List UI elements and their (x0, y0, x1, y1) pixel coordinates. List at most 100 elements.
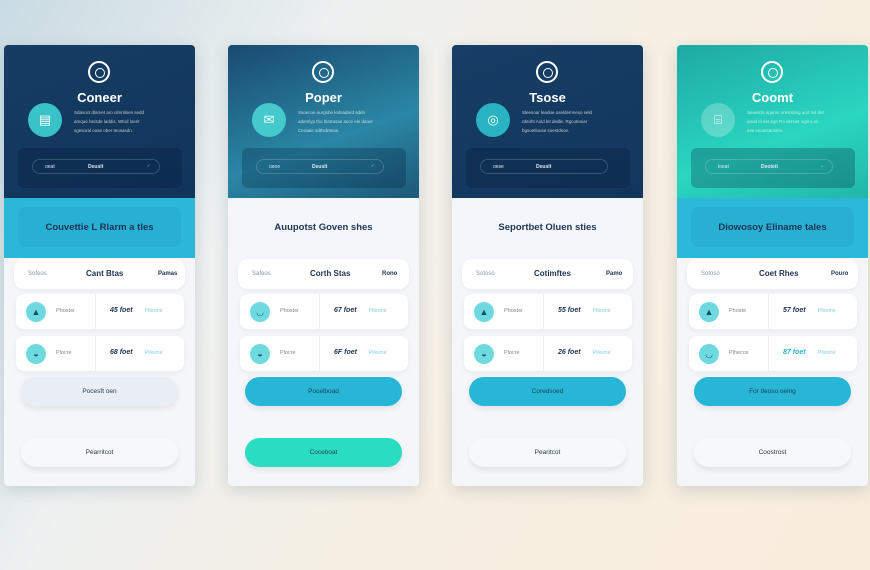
column-header[interactable]: Sotoso (476, 271, 495, 277)
secondary-button[interactable]: Coostrost (694, 438, 851, 467)
menu-panel: loeat Deoteit ⌄ (691, 148, 855, 188)
menu-select[interactable]: loeat Deoteit ⌄ (705, 159, 833, 174)
card-title: Tsose (529, 90, 566, 105)
card-description: Ssoecoe aurgsbe ledsadard sdeb ademlyp t… (298, 110, 374, 133)
column-header[interactable]: Safeos (252, 271, 271, 277)
secondary-button[interactable]: Pearritcot (21, 438, 178, 467)
battery-icon: ⌸ (701, 103, 735, 137)
menu-left-label: loeat (718, 164, 729, 170)
row-label: Phoster (280, 308, 299, 314)
row-label: Plocre (504, 350, 520, 356)
sailboat-icon: ▲ (474, 302, 494, 322)
check-icon: ✓ (370, 163, 375, 169)
column-header[interactable]: Cant Btas (86, 269, 123, 278)
section-title: Couvettie L Rlarm a tles (18, 207, 181, 247)
target-icon (312, 61, 334, 83)
inbox-icon: ▤ (28, 103, 62, 137)
card-poper: Poper ✉ Ssoecoe aurgsbe ledsadard sdeb ade… (228, 45, 419, 486)
card-description: Sdasoct dlamet aro olmntises sedd amque … (74, 110, 145, 133)
table-row[interactable]: ◒ Plocre 26 foet Plissme (464, 336, 632, 371)
column-header[interactable]: Rono (382, 271, 397, 277)
table-row[interactable]: ◡ Plhecos 87 foet Plissme (689, 336, 857, 371)
primary-button[interactable]: Coredsoed (469, 377, 626, 406)
row-value: 67 foet (334, 307, 357, 314)
row-status: Plissme (818, 350, 836, 356)
card-description: Seoetcts agaros oresrsiteg aod tsit det … (747, 110, 824, 133)
table-row[interactable]: ▲ Phoster 55 foet Plissme (464, 294, 632, 329)
row-label: Phoster (56, 308, 75, 314)
menu-select[interactable]: oese Deuslt (480, 159, 608, 174)
dish-icon: ◡ (250, 302, 270, 322)
menu-center-label: Deuslt (536, 164, 552, 170)
row-status: Plissme (369, 308, 387, 314)
row-divider (319, 336, 320, 371)
card-title: Coneer (77, 90, 122, 105)
row-divider (95, 336, 96, 371)
menu-center-label: Deoteit (761, 164, 778, 170)
row-label: Plocre (280, 350, 296, 356)
row-status: Plissme (145, 308, 163, 314)
card-coneer: Coneer ▤ Sdasoct dlamet aro olmntises sedd… (4, 45, 195, 486)
table-row[interactable]: ▲ Phoster 45 foet Plissme (16, 294, 184, 329)
row-divider (319, 294, 320, 329)
card-description: Sleesoar leadoe oseldemneso seld rdeoht … (522, 110, 593, 133)
section-band: Couvettie L Rlarm a tles (4, 198, 195, 258)
column-header[interactable]: Pamo (606, 271, 622, 277)
menu-select[interactable]: oeoe Deuslt ✓ (256, 159, 384, 174)
card-header: Coomt ⌸ Seoetcts agaros oresrsiteg aod tsi… (677, 45, 868, 198)
section-title: Auupotst Goven shes (242, 207, 405, 247)
menu-left-label: oese (493, 164, 504, 170)
cup-icon: ◒ (250, 344, 270, 364)
secondary-button[interactable]: Pearitcot (469, 438, 626, 467)
row-divider (543, 294, 544, 329)
row-status: Plissme (593, 308, 611, 314)
card-header: Poper ✉ Ssoecoe aurgsbe ledsadard sdeb ade… (228, 45, 419, 198)
section-band: Seportbet Oluen sties (452, 198, 643, 258)
column-header[interactable]: Pouro (831, 271, 848, 277)
column-header[interactable]: Sotoso (701, 271, 720, 277)
menu-panel: oeat Deuslt ✓ (18, 148, 182, 188)
column-header[interactable]: Pamas (158, 271, 177, 277)
row-label: Phoste (729, 308, 747, 314)
target-icon (761, 61, 783, 83)
row-status: Plissme (593, 350, 611, 356)
row-divider (543, 336, 544, 371)
target-icon (88, 61, 110, 83)
primary-button[interactable]: For tleoso oeing (694, 377, 851, 406)
row-value: 26 foet (558, 349, 581, 356)
row-status: Plissme (369, 350, 387, 356)
secondary-button[interactable]: Coceboat (245, 438, 402, 467)
row-value: 45 foet (110, 307, 133, 314)
row-value: 68 foet (110, 349, 133, 356)
row-label: Plhecos (729, 350, 749, 356)
check-icon: ✓ (146, 163, 151, 169)
menu-center-label: Deuslt (312, 164, 328, 170)
table-row[interactable]: ◒ Plocre 6F foet Plissme (240, 336, 408, 371)
card-tsose: Tsose ◎ Sleesoar leadoe oseldemneso seld r… (452, 45, 643, 486)
table-header: Sofeos Cant Btas Pamas (14, 259, 185, 289)
section-title: Seportbet Oluen sties (466, 207, 629, 247)
column-header[interactable]: Coet Rhes (759, 269, 799, 278)
cup-icon: ◒ (26, 344, 46, 364)
primary-button[interactable]: Pocesft oen (21, 377, 178, 406)
table-row[interactable]: ◡ Phoster 67 foet Plissme (240, 294, 408, 329)
card-header: Tsose ◎ Sleesoar leadoe oseldemneso seld r… (452, 45, 643, 198)
card-title: Poper (305, 90, 342, 105)
card-header: Coneer ▤ Sdasoct dlamet aro olmntises sedd… (4, 45, 195, 198)
mail-icon: ✉ (252, 103, 286, 137)
table-row[interactable]: ◒ Plocre 68 foet Plissme (16, 336, 184, 371)
row-label: Phoster (504, 308, 523, 314)
menu-select[interactable]: oeat Deuslt ✓ (32, 159, 160, 174)
row-value: 55 foet (558, 307, 581, 314)
primary-button[interactable]: Pocelboad (245, 377, 402, 406)
dish-icon: ◡ (699, 344, 719, 364)
table-header: Sotoso Coet Rhes Pouro (687, 259, 858, 289)
row-divider (768, 336, 769, 371)
table-header: Sotoso Cotimftes Pamo (462, 259, 633, 289)
table-row[interactable]: ▲ Phoste 57 foet Plissme (689, 294, 857, 329)
location-icon: ◎ (476, 103, 510, 137)
column-header[interactable]: Sofeos (28, 271, 47, 277)
target-icon (536, 61, 558, 83)
column-header[interactable]: Corth Stas (310, 269, 350, 278)
column-header[interactable]: Cotimftes (534, 269, 571, 278)
